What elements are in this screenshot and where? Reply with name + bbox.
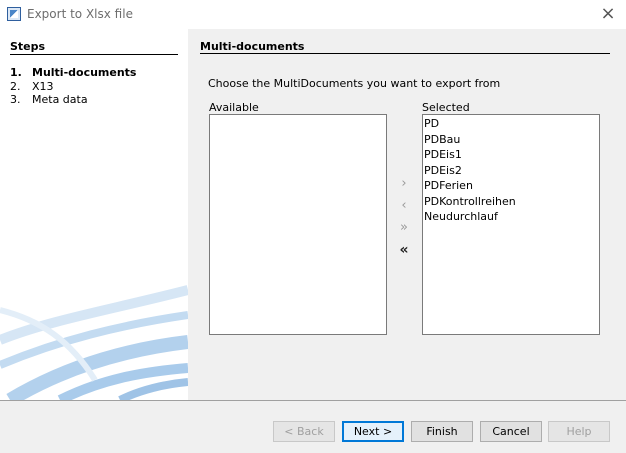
decorative-swoosh-graphic — [0, 285, 188, 400]
section-title: Multi-documents — [200, 40, 305, 53]
content-panel: Multi-documents Choose the MultiDocument… — [188, 29, 626, 400]
title-bar: Export to Xlsx file × — [0, 0, 626, 29]
app-icon — [7, 7, 21, 21]
list-item[interactable]: PDKontrollreihen — [423, 194, 599, 210]
list-item[interactable]: PDFerien — [423, 178, 599, 194]
list-item[interactable]: Neudurchlauf — [423, 209, 599, 225]
step-label: Meta data — [32, 93, 88, 106]
list-item[interactable]: PD — [423, 116, 599, 132]
step-number: 2. — [10, 79, 21, 93]
step-item-multi-documents: 1. Multi-documents — [10, 66, 136, 80]
window-title: Export to Xlsx file — [27, 7, 133, 21]
step-number: 3. — [10, 93, 21, 106]
move-right-button[interactable]: › — [394, 174, 414, 194]
move-all-left-button[interactable]: « — [394, 240, 414, 260]
cancel-button[interactable]: Cancel — [480, 421, 542, 442]
move-all-right-button[interactable]: » — [394, 218, 414, 238]
step-item-meta-data: 3. Meta data — [10, 93, 136, 107]
footer-bar: < Back Next > Finish Cancel Help — [0, 400, 626, 453]
section-divider — [200, 53, 610, 54]
selected-label: Selected — [422, 101, 470, 114]
step-number: 1. — [10, 66, 22, 79]
instruction-text: Choose the MultiDocuments you want to ex… — [208, 77, 501, 90]
steps-panel: Steps 1. Multi-documents 2. X13 3. Meta dat… — [0, 29, 188, 400]
help-button[interactable]: Help — [548, 421, 610, 442]
step-item-x13: 2. X13 — [10, 80, 136, 94]
next-button[interactable]: Next > — [342, 421, 404, 442]
steps-divider — [10, 54, 178, 55]
list-item[interactable]: PDBau — [423, 132, 599, 148]
list-item[interactable]: PDEis1 — [423, 147, 599, 163]
selected-listbox[interactable]: PD PDBau PDEis1 PDEis2 PDFerien PDKontro… — [422, 114, 600, 335]
move-left-button[interactable]: ‹ — [394, 196, 414, 216]
available-label: Available — [209, 101, 259, 114]
close-icon[interactable]: × — [598, 4, 618, 24]
steps-list: 1. Multi-documents 2. X13 3. Meta data — [10, 66, 136, 107]
step-label: Multi-documents — [32, 66, 137, 79]
finish-button[interactable]: Finish — [411, 421, 473, 442]
step-label: X13 — [32, 79, 54, 93]
steps-title: Steps — [10, 40, 46, 53]
back-button[interactable]: < Back — [273, 421, 335, 442]
list-item[interactable]: PDEis2 — [423, 163, 599, 179]
available-listbox[interactable] — [209, 114, 387, 335]
